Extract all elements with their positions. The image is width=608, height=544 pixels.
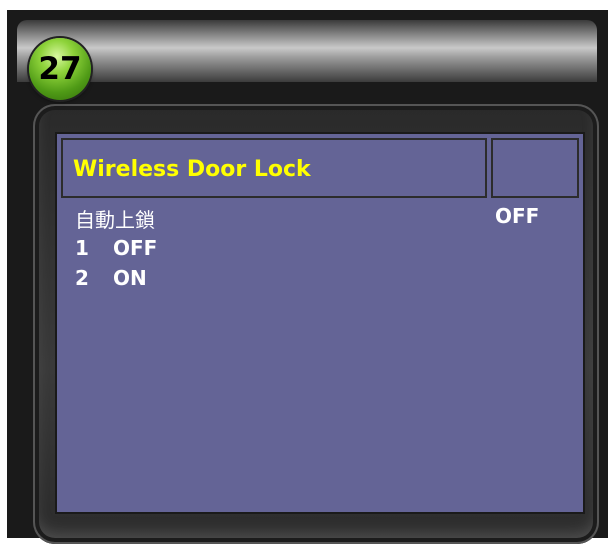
option-off[interactable]: 1 OFF xyxy=(75,236,157,260)
title-bar: Wireless Door Lock xyxy=(61,138,487,198)
option-number: 2 xyxy=(75,266,89,290)
title-corner-box xyxy=(491,138,579,198)
page-number-badge: 27 xyxy=(29,38,91,100)
display-panel: Wireless Door Lock 自動上鎖 OFF 1 OFF 2 ON xyxy=(33,104,599,544)
setting-label: 自動上鎖 xyxy=(75,208,155,232)
option-on[interactable]: 2 ON xyxy=(75,266,147,290)
page-number: 27 xyxy=(38,51,82,87)
lcd-screen: Wireless Door Lock 自動上鎖 OFF 1 OFF 2 ON xyxy=(57,134,583,512)
setting-current-value: OFF xyxy=(495,204,540,228)
option-number: 1 xyxy=(75,236,89,260)
device-frame: 27 Wireless Door Lock 自動上鎖 OFF 1 OFF 2 ON xyxy=(7,10,608,544)
page-title: Wireless Door Lock xyxy=(73,157,311,182)
option-label: OFF xyxy=(113,236,158,260)
option-label: ON xyxy=(113,266,147,290)
top-gloss-bar xyxy=(17,20,597,82)
